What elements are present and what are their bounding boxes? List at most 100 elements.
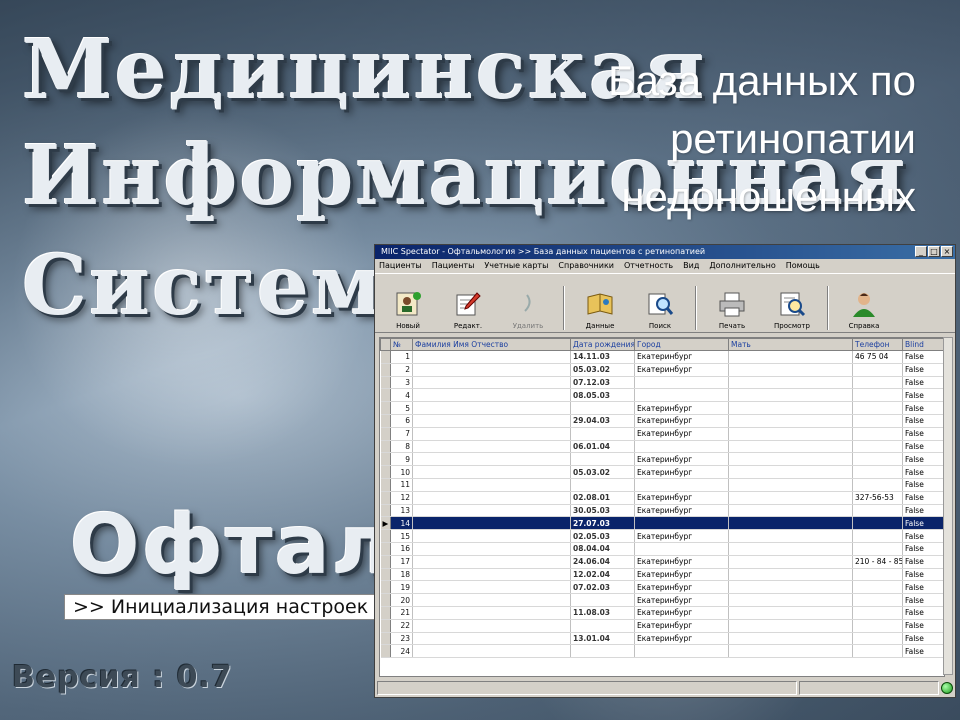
cell-birthdate[interactable] (570, 401, 635, 415)
row-indicator[interactable] (380, 440, 391, 454)
cell-blind[interactable]: False (902, 452, 944, 467)
row-indicator[interactable] (380, 350, 391, 364)
cell-phone[interactable] (852, 580, 903, 595)
cell-phone[interactable]: 210 - 84 - 85 (852, 555, 903, 569)
cell-name[interactable] (412, 478, 571, 492)
table-row[interactable]: 15 02.05.03 Екатеринбург False (380, 529, 944, 543)
cell-birthdate[interactable] (570, 478, 635, 492)
cell-mother[interactable] (728, 478, 853, 492)
cell-phone[interactable] (852, 516, 903, 531)
table-row[interactable]: 3 07.12.03 False (380, 376, 944, 390)
cell-phone[interactable] (852, 593, 903, 607)
cell-number[interactable]: 11 (390, 478, 413, 492)
cell-birthdate[interactable]: 07.02.03 (570, 580, 635, 595)
cell-birthdate[interactable] (570, 427, 635, 441)
cell-city[interactable]: Екатеринбург (634, 606, 729, 620)
edit-button[interactable]: Редакт. (443, 288, 493, 330)
cell-phone[interactable] (852, 388, 903, 403)
cell-birthdate[interactable]: 06.01.04 (570, 440, 635, 454)
cell-birthdate[interactable]: 27.07.03 (570, 516, 635, 531)
cell-phone[interactable] (852, 606, 903, 620)
cell-mother[interactable] (728, 414, 853, 428)
cell-mother[interactable] (728, 504, 853, 518)
cell-blind[interactable]: False (902, 619, 944, 633)
cell-blind[interactable]: False (902, 401, 944, 415)
cell-mother[interactable] (728, 593, 853, 607)
cell-number[interactable]: 20 (390, 593, 413, 607)
column-header-city[interactable]: Город (634, 338, 729, 351)
cell-city[interactable]: Екатеринбург (634, 491, 729, 505)
row-indicator[interactable] (380, 478, 391, 492)
cell-mother[interactable] (728, 350, 853, 364)
table-row[interactable]: 5 Екатеринбург False (380, 401, 944, 415)
cell-blind[interactable]: False (902, 491, 944, 505)
cell-name[interactable] (412, 465, 571, 479)
cell-city[interactable]: Екатеринбург (634, 427, 729, 441)
menu-item[interactable]: Учетные карты (484, 259, 548, 273)
cell-mother[interactable] (728, 363, 853, 377)
cell-city[interactable]: Екатеринбург (634, 350, 729, 364)
cell-blind[interactable]: False (902, 388, 944, 403)
cell-mother[interactable] (728, 491, 853, 505)
row-indicator[interactable] (380, 491, 391, 505)
cell-name[interactable] (412, 350, 571, 364)
cell-number[interactable]: 12 (390, 491, 413, 505)
cell-phone[interactable] (852, 504, 903, 518)
cell-blind[interactable]: False (902, 555, 944, 569)
cell-name[interactable] (412, 542, 571, 556)
row-indicator[interactable] (380, 580, 391, 595)
cell-name[interactable] (412, 401, 571, 415)
cell-mother[interactable] (728, 542, 853, 556)
row-indicator[interactable] (380, 593, 391, 607)
cell-city[interactable]: Екатеринбург (634, 414, 729, 428)
cell-city[interactable]: Екатеринбург (634, 363, 729, 377)
cell-name[interactable] (412, 529, 571, 543)
cell-name[interactable] (412, 606, 571, 620)
cell-phone[interactable] (852, 465, 903, 479)
cell-name[interactable] (412, 427, 571, 441)
cell-number[interactable]: 7 (390, 427, 413, 441)
cell-city[interactable] (634, 644, 729, 659)
cell-mother[interactable] (728, 376, 853, 390)
close-button[interactable]: × (941, 246, 953, 257)
table-row[interactable]: 16 08.04.04 False (380, 542, 944, 556)
row-indicator[interactable] (380, 555, 391, 569)
cell-name[interactable] (412, 555, 571, 569)
data-button[interactable]: Данные (575, 288, 625, 330)
row-indicator[interactable] (380, 606, 391, 620)
cell-blind[interactable]: False (902, 516, 944, 531)
cell-blind[interactable]: False (902, 376, 944, 390)
cell-blind[interactable]: False (902, 644, 944, 659)
menu-item[interactable]: Пациенты (432, 259, 475, 273)
cell-city[interactable]: Екатеринбург (634, 465, 729, 479)
cell-birthdate[interactable]: 12.02.04 (570, 568, 635, 582)
cell-mother[interactable] (728, 632, 853, 646)
cell-mother[interactable] (728, 580, 853, 595)
cell-number[interactable]: 22 (390, 619, 413, 633)
table-row[interactable]: 24 False (380, 644, 944, 659)
cell-number[interactable]: 10 (390, 465, 413, 479)
table-row[interactable]: 22 Екатеринбург False (380, 619, 944, 633)
cell-city[interactable] (634, 478, 729, 492)
cell-city[interactable]: Екатеринбург (634, 504, 729, 518)
column-header-name[interactable]: Фамилия Имя Отчество (412, 338, 571, 351)
cell-phone[interactable] (852, 414, 903, 428)
table-row[interactable]: 6 29.04.03 Екатеринбург False (380, 414, 944, 428)
cell-blind[interactable]: False (902, 632, 944, 646)
table-row[interactable]: 7 Екатеринбург False (380, 427, 944, 441)
table-row[interactable]: 2 05.03.02 Екатеринбург False (380, 363, 944, 377)
cell-number[interactable]: 6 (390, 414, 413, 428)
maximize-button[interactable]: □ (928, 246, 940, 257)
cell-phone[interactable] (852, 644, 903, 659)
window-titlebar[interactable]: MIIC Spectator - Офтальмология >> База д… (375, 245, 955, 259)
cell-number[interactable]: 21 (390, 606, 413, 620)
cell-number[interactable]: 3 (390, 376, 413, 390)
menu-item[interactable]: Отчетность (624, 259, 673, 273)
cell-mother[interactable] (728, 555, 853, 569)
search-button[interactable]: Поиск (635, 288, 685, 330)
cell-birthdate[interactable]: 07.12.03 (570, 376, 635, 390)
cell-blind[interactable]: False (902, 478, 944, 492)
cell-mother[interactable] (728, 619, 853, 633)
cell-birthdate[interactable]: 11.08.03 (570, 606, 635, 620)
cell-blind[interactable]: False (902, 504, 944, 518)
